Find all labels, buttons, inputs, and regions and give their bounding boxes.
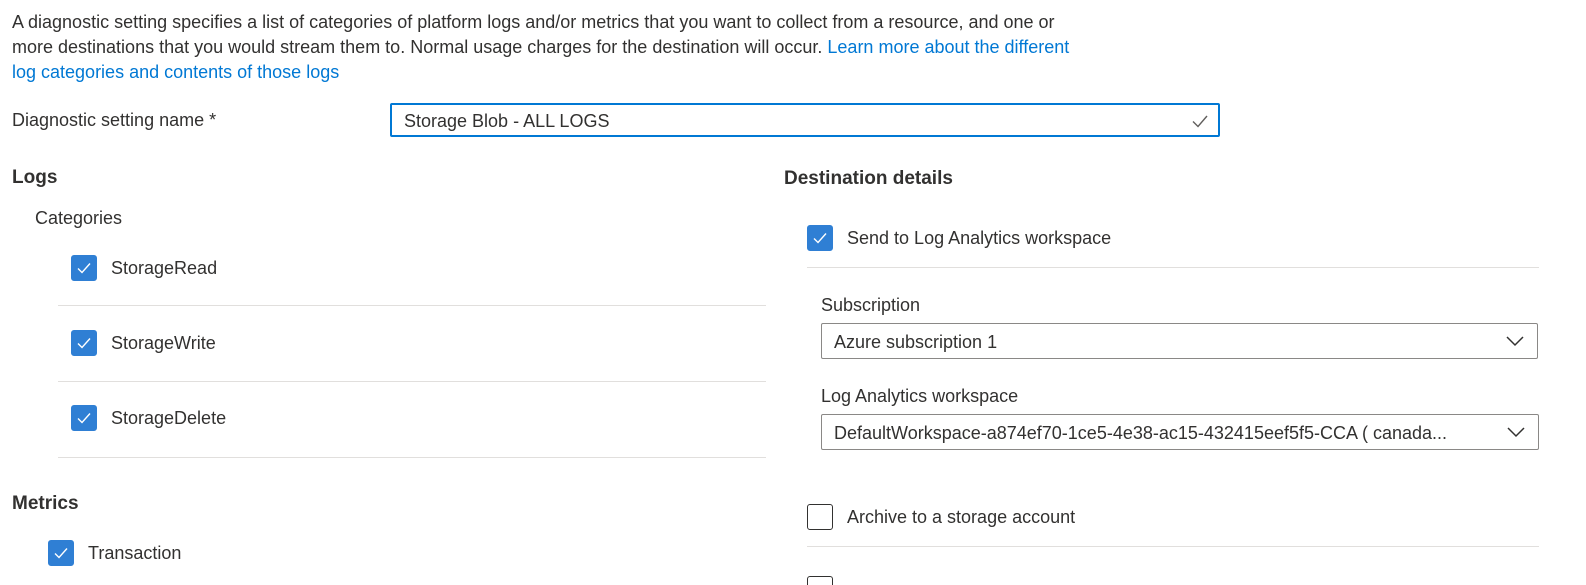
checkbox-archive[interactable] bbox=[807, 504, 833, 530]
category-storagewrite[interactable]: StorageWrite bbox=[71, 330, 216, 356]
category-label: StorageDelete bbox=[111, 407, 227, 428]
checkmark-icon bbox=[1192, 115, 1208, 128]
archive-label: Archive to a storage account bbox=[847, 506, 1076, 527]
checkbox-storageread[interactable] bbox=[71, 255, 97, 281]
checkmark-icon bbox=[77, 413, 91, 424]
divider bbox=[807, 267, 1539, 268]
workspace-label: Log Analytics workspace bbox=[821, 386, 1019, 406]
categories-label: Categories bbox=[35, 208, 123, 228]
checkbox-log-analytics[interactable] bbox=[807, 225, 833, 251]
setting-name-field[interactable] bbox=[390, 103, 1220, 137]
checkbox-next-destination[interactable] bbox=[807, 576, 833, 585]
subscription-dropdown[interactable]: Azure subscription 1 bbox=[821, 323, 1538, 359]
setting-name-input[interactable] bbox=[404, 109, 1164, 133]
chevron-down-icon bbox=[1507, 427, 1525, 438]
divider bbox=[807, 546, 1539, 547]
destination-heading: Destination details bbox=[784, 168, 953, 189]
chevron-down-icon bbox=[1506, 336, 1524, 347]
checkmark-icon bbox=[77, 263, 91, 274]
intro-text: A diagnostic setting specifies a list of… bbox=[12, 10, 1072, 85]
category-label: StorageRead bbox=[111, 257, 218, 278]
archive-storage-option[interactable]: Archive to a storage account bbox=[807, 504, 1075, 530]
workspace-value: DefaultWorkspace-a874ef70-1ce5-4e38-ac15… bbox=[834, 423, 1448, 443]
divider bbox=[58, 457, 766, 458]
metrics-heading: Metrics bbox=[12, 493, 79, 514]
setting-name-label: Diagnostic setting name * bbox=[12, 110, 217, 130]
checkmark-icon bbox=[77, 338, 91, 349]
checkbox-storagewrite[interactable] bbox=[71, 330, 97, 356]
category-storageread[interactable]: StorageRead bbox=[71, 255, 217, 281]
checkmark-icon bbox=[813, 233, 827, 244]
subscription-label: Subscription bbox=[821, 295, 921, 315]
metric-transaction[interactable]: Transaction bbox=[48, 540, 181, 566]
category-storagedelete[interactable]: StorageDelete bbox=[71, 405, 226, 431]
category-label: StorageWrite bbox=[111, 332, 216, 353]
workspace-dropdown[interactable]: DefaultWorkspace-a874ef70-1ce5-4e38-ac15… bbox=[821, 414, 1539, 450]
log-analytics-label: Send to Log Analytics workspace bbox=[847, 227, 1112, 248]
checkbox-transaction[interactable] bbox=[48, 540, 74, 566]
checkbox-storagedelete[interactable] bbox=[71, 405, 97, 431]
checkmark-icon bbox=[54, 548, 68, 559]
subscription-value: Azure subscription 1 bbox=[834, 332, 998, 352]
metric-label: Transaction bbox=[88, 542, 182, 563]
logs-heading: Logs bbox=[12, 167, 58, 188]
divider bbox=[58, 381, 766, 382]
send-log-analytics-option[interactable]: Send to Log Analytics workspace bbox=[807, 225, 1111, 251]
divider bbox=[58, 305, 766, 306]
